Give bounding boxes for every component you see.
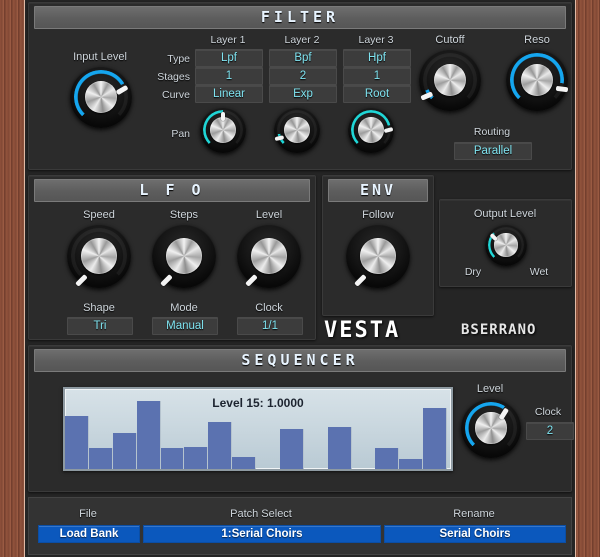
file-label: File	[79, 508, 97, 520]
patch-select-label: Patch Select	[230, 508, 292, 520]
knob-cap[interactable]	[358, 117, 384, 143]
sequencer-clock-value[interactable]: 2	[526, 422, 574, 440]
sequencer-step-bar[interactable]	[136, 400, 161, 469]
plugin-body: FILTER Input Level Type Stages Curve Lay…	[24, 0, 576, 557]
sequencer-step-bar[interactable]	[112, 432, 137, 469]
filter-stages-layer-3[interactable]: 1	[343, 67, 411, 85]
layer-2-header: Layer 2	[284, 34, 320, 46]
filter-curve-layer-3[interactable]: Root	[343, 85, 411, 103]
input-level-knob[interactable]	[70, 66, 132, 128]
lfo-header: L F O	[34, 179, 310, 202]
rename-field[interactable]: Serial Choirs	[384, 525, 566, 543]
output-level-label: Output Level	[473, 208, 537, 220]
reso-label: Reso	[524, 34, 550, 46]
layer-3-header: Layer 3	[358, 34, 394, 46]
lfo-speed-knob[interactable]	[67, 224, 131, 288]
output-level-knob[interactable]	[485, 224, 527, 266]
bottom-bar: File Load Bank Patch Select 1:Serial Cho…	[28, 497, 572, 555]
patch-select-dropdown[interactable]: 1:Serial Choirs	[143, 525, 381, 543]
knob-cap[interactable]	[520, 63, 554, 97]
filter-type-layer-2[interactable]: Bpf	[269, 49, 337, 67]
lfo-panel: L F O Speed Shape Tri Steps Mode Manual …	[28, 175, 316, 340]
output-level-panel: Output Level Dry Wet	[439, 199, 572, 287]
sequencer-level-label: Level	[476, 383, 504, 395]
filter-type-layer-1[interactable]: Lpf	[195, 49, 263, 67]
sequencer-level-knob[interactable]	[461, 398, 521, 458]
rename-label: Rename	[453, 508, 495, 520]
filter-stages-layer-2[interactable]: 2	[269, 67, 337, 85]
env-header: ENV	[328, 179, 428, 202]
sequencer-step-bar[interactable]	[160, 447, 185, 469]
lfo-mode-label: Mode	[170, 302, 198, 314]
sequencer-step-bar[interactable]	[65, 415, 89, 469]
lfo-shape-label: Shape	[83, 302, 115, 314]
knob-cap[interactable]	[284, 117, 310, 143]
reso-knob[interactable]	[506, 49, 569, 111]
cutoff-knob[interactable]	[419, 49, 481, 111]
routing-label: Routing	[473, 126, 511, 138]
sequencer-step-bar[interactable]	[327, 427, 352, 469]
sequencer-step-bar[interactable]	[423, 408, 447, 469]
load-bank-button[interactable]: Load Bank	[38, 525, 140, 543]
row-label-curve: Curve	[161, 89, 190, 101]
output-wet-label: Wet	[529, 266, 549, 278]
sequencer-panel: SEQUENCER Level 15: 1.0000 Level Clock 2	[28, 345, 574, 492]
sequencer-step-bar[interactable]	[88, 447, 113, 469]
sequencer-header: SEQUENCER	[34, 349, 566, 372]
filter-curve-layer-1[interactable]: Linear	[195, 85, 263, 103]
filter-curve-layer-2[interactable]: Exp	[269, 85, 337, 103]
env-panel: ENV Follow	[322, 175, 434, 316]
pan-knob-layer-3[interactable]	[348, 107, 394, 153]
lfo-level-label: Level	[255, 209, 283, 221]
knob-pointer	[221, 111, 225, 121]
sequencer-graph[interactable]: Level 15: 1.0000	[63, 387, 453, 471]
knob-cap[interactable]	[433, 63, 467, 97]
vesta-logo: VESTA	[324, 318, 401, 343]
lfo-clock-label: Clock	[255, 302, 283, 314]
plugin-window: FILTER Input Level Type Stages Curve Lay…	[0, 0, 600, 557]
sequencer-caption: Level 15: 1.0000	[212, 396, 304, 410]
filter-type-layer-3[interactable]: Hpf	[343, 49, 411, 67]
knob-cap[interactable]	[494, 233, 518, 257]
lfo-shape-value[interactable]: Tri	[67, 317, 133, 335]
lfo-speed-label: Speed	[83, 209, 115, 221]
lfo-level-knob[interactable]	[237, 224, 301, 288]
knob-cap[interactable]	[84, 80, 118, 114]
sequencer-step-bar[interactable]	[399, 459, 424, 469]
lfo-clock-value[interactable]: 1/1	[237, 317, 303, 335]
filter-stages-layer-1[interactable]: 1	[195, 67, 263, 85]
row-label-type: Type	[167, 53, 190, 65]
input-level-label: Input Level	[73, 51, 127, 63]
bserrano-logo: BSERRANO	[461, 322, 537, 338]
sequencer-step-bar[interactable]	[232, 456, 256, 469]
knob-cap[interactable]	[210, 117, 236, 143]
cutoff-label: Cutoff	[435, 34, 465, 46]
routing-value[interactable]: Parallel	[454, 142, 532, 160]
filter-panel: FILTER Input Level Type Stages Curve Lay…	[28, 2, 572, 170]
lfo-steps-knob[interactable]	[152, 224, 216, 288]
sequencer-step-bar[interactable]	[184, 446, 209, 469]
sequencer-clock-label: Clock	[534, 406, 562, 418]
sequencer-step-bar[interactable]	[375, 448, 400, 469]
env-follow-label: Follow	[362, 209, 394, 221]
knob-cap[interactable]	[166, 238, 202, 274]
output-dry-label: Dry	[464, 266, 482, 278]
env-follow-knob[interactable]	[346, 224, 410, 288]
pan-knob-layer-2[interactable]	[274, 107, 320, 153]
layer-1-header: Layer 1	[210, 34, 246, 46]
row-label-stages: Stages	[157, 71, 190, 83]
lfo-steps-label: Steps	[169, 209, 199, 221]
sequencer-step-bar[interactable]	[279, 429, 304, 469]
pan-knob-layer-1[interactable]	[200, 107, 246, 153]
filter-header: FILTER	[34, 6, 566, 29]
pan-label: Pan	[171, 128, 190, 140]
knob-cap[interactable]	[81, 238, 117, 274]
sequencer-step-bar[interactable]	[208, 421, 233, 469]
knob-cap[interactable]	[360, 238, 396, 274]
lfo-mode-value[interactable]: Manual	[152, 317, 218, 335]
knob-cap[interactable]	[251, 238, 287, 274]
